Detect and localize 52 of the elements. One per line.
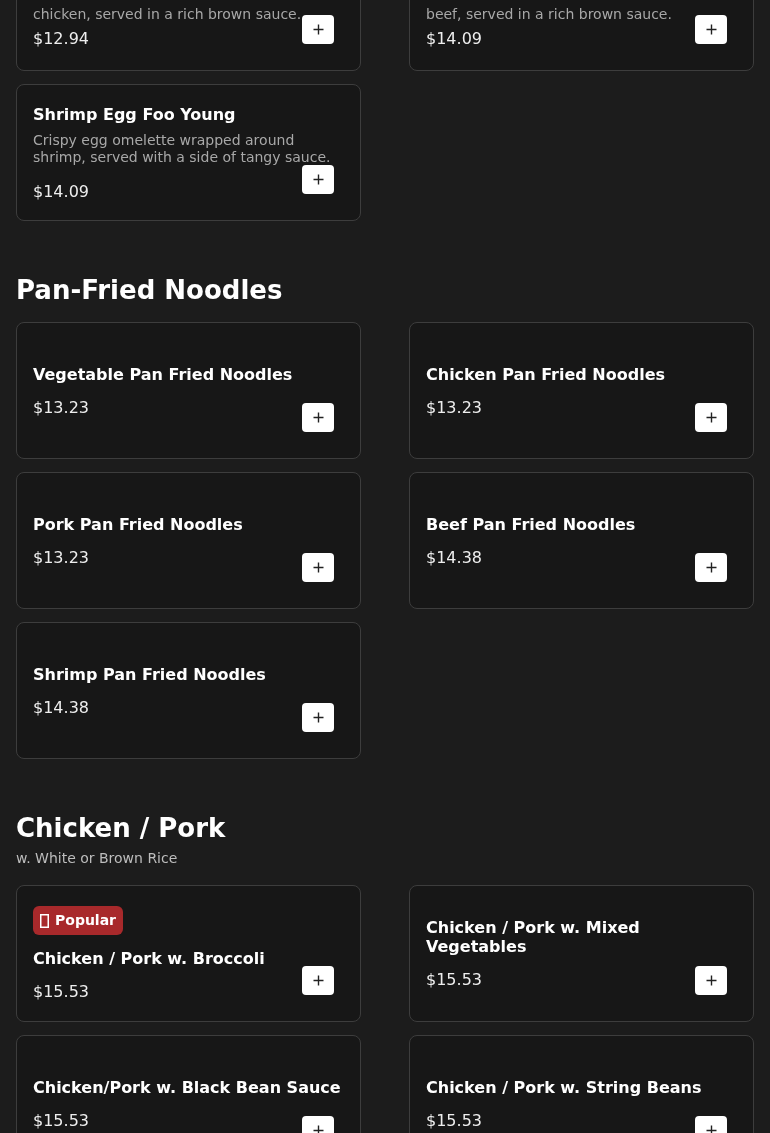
item-price: $13.23 [33, 397, 89, 417]
plus-icon [312, 24, 324, 35]
item-name: Chicken/Pork w. Black Bean Sauce [33, 1077, 342, 1097]
add-button[interactable] [302, 553, 334, 582]
item-price: $14.38 [426, 547, 482, 567]
plus-icon [312, 174, 324, 185]
item-price: $15.53 [426, 1110, 482, 1130]
item-name: Vegetable Pan Fried Noodles [33, 364, 294, 384]
item-description: Crispy egg omelette wrapped around shrimp, served with a side of tangy sauce. [33, 131, 332, 166]
item-price: $14.09 [33, 181, 89, 201]
item-name: Pork Pan Fried Noodles [33, 514, 244, 534]
item-price: $13.23 [426, 397, 482, 417]
item-description: beef, served in a rich brown sauce. [426, 6, 673, 23]
item-name: Beef Pan Fried Noodles [426, 514, 637, 534]
add-button[interactable] [695, 553, 727, 582]
item-name: Chicken / Pork w. Broccoli [33, 949, 266, 968]
plus-icon [705, 1125, 717, 1133]
add-button[interactable] [302, 703, 334, 732]
item-name: Chicken Pan Fried Noodles [426, 364, 667, 384]
item-price: $14.38 [33, 697, 89, 717]
section-subtitle: w. White or Brown Rice [16, 849, 179, 868]
section-heading: Pan-Fried Noodles [16, 274, 284, 306]
plus-icon [312, 412, 324, 423]
plus-icon [705, 24, 717, 35]
plus-icon [705, 975, 717, 986]
plus-icon [312, 712, 324, 723]
square-icon [40, 913, 49, 928]
item-price: $13.23 [33, 547, 89, 567]
add-button[interactable] [695, 966, 727, 995]
item-name: Chicken / Pork w. Mixed Vegetables [426, 918, 641, 956]
plus-icon [312, 562, 324, 573]
plus-icon [312, 975, 324, 986]
popular-badge: Popular [33, 906, 124, 935]
add-button[interactable] [695, 403, 727, 432]
item-price: $15.53 [33, 982, 89, 1001]
plus-icon [705, 412, 717, 423]
item-price: $15.53 [33, 1110, 89, 1130]
item-price: $15.53 [426, 970, 482, 989]
plus-icon [312, 1125, 324, 1133]
plus-icon [705, 562, 717, 573]
section-heading: Chicken / Pork [16, 812, 227, 844]
item-name: Chicken / Pork w. String Beans [426, 1077, 703, 1097]
add-button[interactable] [695, 15, 727, 44]
add-button[interactable] [302, 165, 334, 194]
add-button[interactable] [302, 403, 334, 432]
item-name: Shrimp Pan Fried Noodles [33, 664, 267, 684]
add-button[interactable] [302, 15, 334, 44]
item-price: $14.09 [426, 29, 482, 48]
item-price: $12.94 [33, 29, 89, 48]
item-name: Shrimp Egg Foo Young [33, 104, 237, 124]
add-button[interactable] [302, 966, 334, 995]
item-description: chicken, served in a rich brown sauce. [33, 6, 303, 23]
